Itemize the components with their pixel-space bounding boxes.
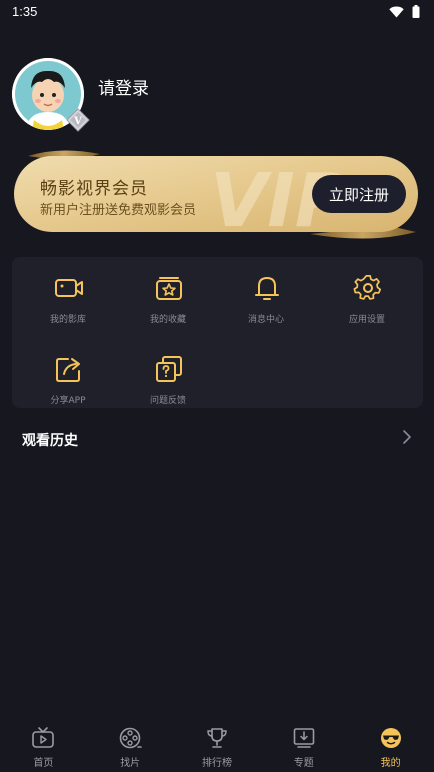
tab-discover[interactable]: 找片 [87, 722, 174, 772]
smiley-sunglasses-icon [380, 728, 401, 748]
gear-icon [353, 274, 382, 300]
tab-label: 首页 [33, 758, 54, 769]
login-prompt[interactable]: 请登录 [98, 74, 149, 99]
battery-icon [412, 5, 420, 18]
tab-label: 我的 [380, 758, 401, 769]
share-icon [56, 358, 80, 382]
menu-item-label: 应用设置 [348, 315, 385, 325]
film-camera-icon [55, 279, 83, 297]
tv-icon [32, 727, 55, 748]
tab-label: 排行榜 [201, 758, 232, 769]
vip-subtitle: 新用户注册送免费观影会员 [40, 203, 197, 218]
vip-title: 畅影视界会员 [40, 179, 148, 199]
tab-mine[interactable]: 我的 [347, 722, 434, 772]
vip-level-badge: V [66, 108, 90, 132]
menu-item-favorites[interactable]: 我的收藏 [116, 263, 220, 333]
wifi-icon [389, 6, 404, 17]
tab-label: 找片 [120, 758, 141, 769]
chevron-right-icon [403, 430, 411, 444]
tab-topics[interactable]: 专题 [260, 722, 347, 772]
film-reel-icon [119, 727, 142, 749]
menu-item-label: 分享APP [50, 396, 86, 406]
menu-item-label: 消息中心 [247, 315, 284, 325]
menu-item-label: 我的收藏 [149, 315, 186, 325]
menu-item-label: 问题反馈 [149, 396, 186, 406]
status-bar: 1:35 [0, 0, 434, 24]
tab-ranking[interactable]: 排行榜 [174, 722, 261, 772]
trophy-icon [207, 728, 227, 748]
menu-item-messages[interactable]: 消息中心 [214, 263, 318, 333]
watch-history-row[interactable]: 观看历史 [0, 420, 434, 456]
svg-text:V: V [73, 116, 82, 127]
status-icons [389, 5, 420, 18]
feature-menu: 我的影库 我的收藏 消息中心 应用设置 分享APP 问题反馈 [12, 257, 423, 408]
menu-item-library[interactable]: 我的影库 [16, 263, 120, 333]
vip-membership-banner[interactable]: VIP 畅影视界会员 新用户注册送免费观影会员 立即注册 [10, 148, 424, 242]
status-time: 1:35 [12, 4, 38, 19]
register-button[interactable]: 立即注册 [312, 175, 406, 213]
menu-item-settings[interactable]: 应用设置 [315, 263, 419, 333]
menu-item-share[interactable]: 分享APP [16, 344, 120, 414]
tab-label: 专题 [293, 758, 314, 769]
tab-home[interactable]: 首页 [0, 722, 87, 772]
bell-icon [255, 277, 279, 300]
feedback-question-icon [156, 356, 182, 382]
menu-item-label: 我的影库 [49, 315, 86, 325]
favorites-star-icon [156, 277, 182, 300]
profile-header: V 请登录 [12, 58, 312, 134]
bottom-tab-bar: 首页 找片 排行榜 专题 我的 [0, 722, 434, 772]
topic-download-icon [293, 728, 315, 748]
watch-history-title: 观看历史 [22, 433, 78, 449]
menu-item-feedback[interactable]: 问题反馈 [116, 344, 220, 414]
